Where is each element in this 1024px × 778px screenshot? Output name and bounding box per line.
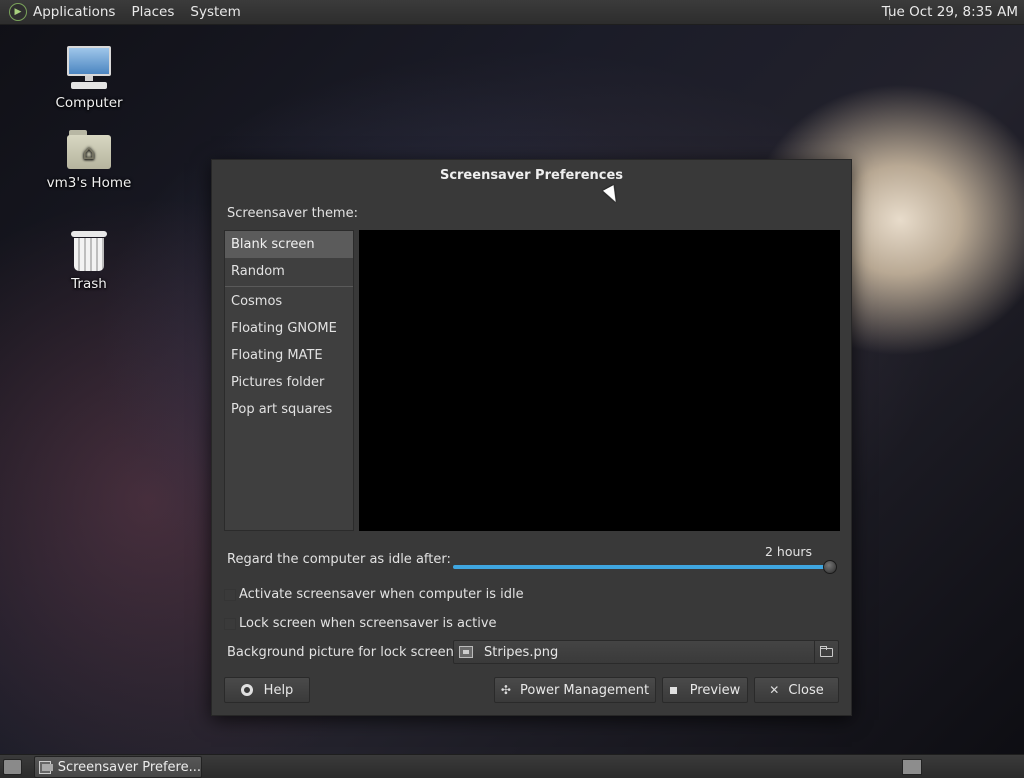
mate-menu-icon[interactable]: ▶: [9, 3, 27, 21]
activate-screensaver-checkbox[interactable]: [224, 588, 236, 601]
preview-button[interactable]: Preview: [662, 677, 748, 703]
dialog-title: Screensaver Preferences: [439, 168, 624, 183]
activate-screensaver-row[interactable]: Activate screensaver when computer is id…: [224, 587, 524, 602]
desktop-icon-label: vm3's Home: [46, 175, 132, 191]
idle-slider-handle[interactable]: [823, 560, 837, 574]
theme-item-floating-gnome[interactable]: Floating GNOME: [225, 315, 353, 342]
close-icon: ✕: [769, 683, 780, 697]
theme-item-floating-mate[interactable]: Floating MATE: [225, 342, 353, 369]
theme-item-pop-art-squares[interactable]: Pop art squares: [225, 396, 353, 423]
preview-button-label: Preview: [689, 682, 741, 698]
show-desktop-icon[interactable]: [3, 759, 22, 775]
theme-item-random[interactable]: Random: [225, 258, 353, 285]
taskbar-window-button[interactable]: Screensaver Prefere...: [34, 756, 202, 778]
dialog-titlebar[interactable]: Screensaver Preferences: [212, 160, 851, 191]
power-management-icon: ✣: [500, 683, 511, 697]
background-file-chooser[interactable]: Stripes.png: [453, 640, 839, 664]
theme-item-cosmos[interactable]: Cosmos: [225, 288, 353, 315]
screensaver-app-icon: [39, 760, 53, 774]
theme-list-separator: [225, 286, 353, 287]
idle-label: Regard the computer as idle after:: [227, 552, 451, 567]
system-menu[interactable]: System: [190, 4, 240, 20]
workspace-switcher[interactable]: [902, 759, 922, 775]
theme-list[interactable]: Blank screen Random Cosmos Floating GNOM…: [224, 230, 354, 531]
theme-label: Screensaver theme:: [227, 206, 358, 221]
power-management-label: Power Management: [519, 682, 650, 698]
lock-screen-label: Lock screen when screensaver is active: [239, 616, 497, 631]
home-folder-icon: ⌂: [65, 128, 113, 172]
bottom-panel: Screensaver Prefere...: [0, 754, 1024, 778]
close-button-label: Close: [788, 682, 824, 698]
trash-icon: [69, 229, 109, 273]
desktop-icon-label: Trash: [71, 276, 107, 292]
theme-item-blank-screen[interactable]: Blank screen: [225, 231, 353, 258]
help-button-label: Help: [263, 682, 294, 698]
applications-menu[interactable]: Applications: [33, 4, 115, 20]
idle-slider-track[interactable]: [453, 565, 830, 569]
activate-screensaver-label: Activate screensaver when computer is id…: [239, 587, 524, 602]
clock[interactable]: Tue Oct 29, 8:35 AM: [882, 4, 1018, 20]
desktop-icon-home[interactable]: ⌂ vm3's Home: [44, 128, 134, 191]
idle-slider-value: 2 hours: [765, 544, 813, 559]
open-folder-button[interactable]: [814, 641, 838, 663]
folder-icon: [820, 645, 833, 657]
places-menu[interactable]: Places: [131, 4, 174, 20]
theme-item-pictures-folder[interactable]: Pictures folder: [225, 369, 353, 396]
screensaver-preferences-dialog: Screensaver Preferences Screensaver them…: [211, 159, 852, 716]
desktop-icon-computer[interactable]: Computer: [44, 44, 134, 111]
desktop-icon-trash[interactable]: Trash: [44, 229, 134, 292]
help-button[interactable]: Help: [224, 677, 310, 703]
preview-icon: [669, 686, 677, 694]
power-management-button[interactable]: ✣ Power Management: [494, 677, 656, 703]
image-file-icon: [459, 646, 473, 658]
background-file-name: Stripes.png: [484, 644, 559, 660]
close-button[interactable]: ✕ Close: [754, 677, 839, 703]
theme-preview-area: [359, 230, 840, 531]
background-picture-label: Background picture for lock screen:: [227, 645, 459, 660]
lock-screen-checkbox[interactable]: [224, 617, 236, 630]
taskbar-window-title: Screensaver Prefere...: [57, 759, 201, 775]
top-panel: ▶ Applications Places System Tue Oct 29,…: [0, 0, 1024, 25]
computer-icon: [65, 44, 113, 92]
lock-screen-row[interactable]: Lock screen when screensaver is active: [224, 616, 497, 631]
desktop-icon-label: Computer: [55, 95, 123, 111]
help-icon: [240, 684, 253, 696]
